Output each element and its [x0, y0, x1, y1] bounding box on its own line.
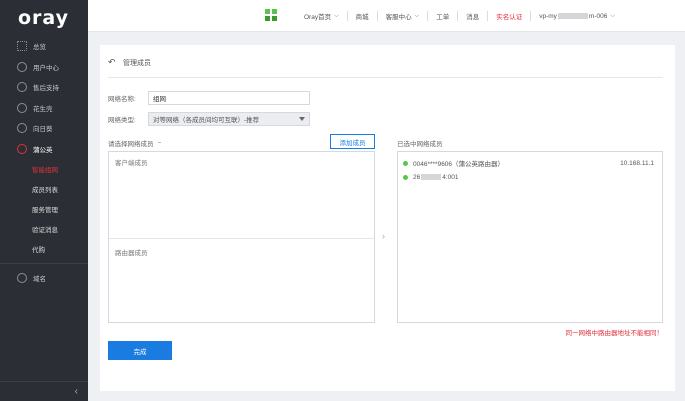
chevron-down-icon: ⌵ [610, 12, 615, 19]
network-name-input[interactable] [148, 91, 310, 105]
sidebar-subitem-service[interactable]: 服务管理 [0, 199, 88, 219]
sidebar-item-dandelion[interactable]: 蒲公英 [0, 139, 88, 160]
account-menu[interactable]: vp-my m-006 ⌵ [530, 11, 623, 21]
sidebar-subitem-verify[interactable]: 验证消息 [0, 219, 88, 239]
dandelion-logo-icon [265, 9, 277, 21]
add-member-button[interactable]: 添加成员 [330, 134, 375, 149]
page-header: ↶ 管理成员 [108, 58, 663, 78]
pick-members-label: 请选择网络成员 ⌣ [108, 139, 162, 149]
network-name-label: 网络名称: [108, 96, 136, 103]
chevron-down-icon[interactable]: ⌣ [158, 140, 162, 147]
topbar: Oray首页 ⌵ 商城 客服中心 ⌵ 工单 消息 实名认证 vp-my m-00… [88, 0, 685, 32]
sidebar-item-label: 售后支持 [33, 85, 59, 93]
nav-real-name-auth[interactable]: 实名认证 [487, 11, 530, 21]
sidebar-item-peanut[interactable]: 花生壳 [0, 98, 88, 119]
nav-service-center[interactable]: 客服中心 ⌵ [376, 11, 428, 21]
network-type-label: 网络类型: [108, 117, 136, 124]
sidebar-item-domain[interactable]: 域名 [0, 268, 88, 289]
router-address-warning: 同一网络中路由器地址不能相同！ [565, 330, 664, 337]
chevron-down-icon: ⌵ [414, 12, 420, 19]
back-arrow-icon[interactable]: ↶ [108, 58, 118, 67]
selected-members-label: 已选中网络成员 [397, 141, 443, 148]
redacted-text [557, 13, 588, 19]
member-ip: 10.168.11.1 [620, 159, 654, 167]
sidebar-item-user-center[interactable]: 用户中心 [0, 57, 88, 78]
user-icon [17, 61, 27, 72]
online-status-dot [403, 160, 408, 166]
sidebar: oray 总览 用户中心 售后支持 花生壳 向日葵 蒲公英 智能组网 成员列表 … [0, 0, 88, 401]
manage-members-card: ↶ 管理成员 网络名称: 网络类型: 对等网络（各成员间均可互联）-推荐 请选择… [100, 45, 675, 391]
sunflower-icon [17, 123, 27, 134]
box-divider [109, 238, 374, 239]
member-name-suffix: 4:001 [442, 173, 459, 181]
member-name: 0046****9606（蒲公英路由器） [413, 161, 505, 168]
selected-members-box: 0046****9606（蒲公英路由器） 10.168.11.1 26 4:00… [397, 151, 663, 323]
support-icon [17, 82, 27, 93]
done-button[interactable]: 完成 [108, 341, 172, 360]
chevron-right-icon[interactable]: › [382, 231, 385, 241]
sidebar-subitem-purchase[interactable]: 代购 [0, 239, 88, 259]
client-members-title: 客户端成员 [115, 160, 148, 167]
sidebar-item-label: 向日葵 [33, 126, 53, 134]
nav-tickets[interactable]: 工单 [427, 11, 457, 21]
online-status-dot [403, 174, 408, 180]
sidebar-item-support[interactable]: 售后支持 [0, 77, 88, 98]
network-name-row: 网络名称: [108, 91, 310, 105]
peanut-icon [17, 102, 27, 113]
list-item[interactable]: 26 4:001 [398, 170, 662, 184]
sidebar-subitem-smart-network[interactable]: 智能组网 [0, 159, 88, 179]
caret-down-icon [299, 117, 305, 121]
available-members-box: 客户端成员 路由器成员 [108, 151, 375, 323]
sidebar-subitem-members[interactable]: 成员列表 [0, 179, 88, 199]
sidebar-item-overview[interactable]: 总览 [0, 36, 88, 57]
chevron-down-icon: ⌵ [334, 12, 339, 19]
member-name-prefix: 26 [413, 173, 421, 181]
top-nav: Oray首页 ⌵ 商城 客服中心 ⌵ 工单 消息 实名认证 vp-my m-00… [296, 0, 623, 32]
dandelion-icon [17, 143, 27, 154]
sidebar-item-label: 域名 [33, 276, 46, 284]
oray-logo[interactable]: oray [0, 0, 88, 36]
sidebar-item-label: 用户中心 [33, 64, 59, 72]
page-title: 管理成员 [123, 60, 151, 67]
sidebar-item-label: 总览 [33, 44, 46, 52]
redacted-text [421, 174, 442, 180]
nav-messages[interactable]: 消息 [457, 11, 487, 21]
nav-store[interactable]: 商城 [346, 11, 377, 21]
list-item[interactable]: 0046****9606（蒲公英路由器） 10.168.11.1 [398, 156, 662, 170]
router-members-title: 路由器成员 [115, 250, 148, 257]
sidebar-item-sunflower[interactable]: 向日葵 [0, 118, 88, 139]
chevron-left-icon: ‹ [74, 386, 78, 397]
grid-icon [17, 41, 27, 52]
sidebar-item-label: 蒲公英 [33, 146, 53, 154]
network-type-select[interactable]: 对等网络（各成员间均可互联）-推荐 [148, 112, 310, 126]
nav-oray-home[interactable]: Oray首页 ⌵ [296, 11, 347, 22]
sidebar-divider [0, 263, 88, 264]
network-type-row: 网络类型: 对等网络（各成员间均可互联）-推荐 [108, 112, 310, 126]
sidebar-item-label: 花生壳 [33, 105, 53, 113]
domain-icon [17, 273, 27, 284]
collapse-sidebar-button[interactable]: ‹ [0, 381, 88, 401]
